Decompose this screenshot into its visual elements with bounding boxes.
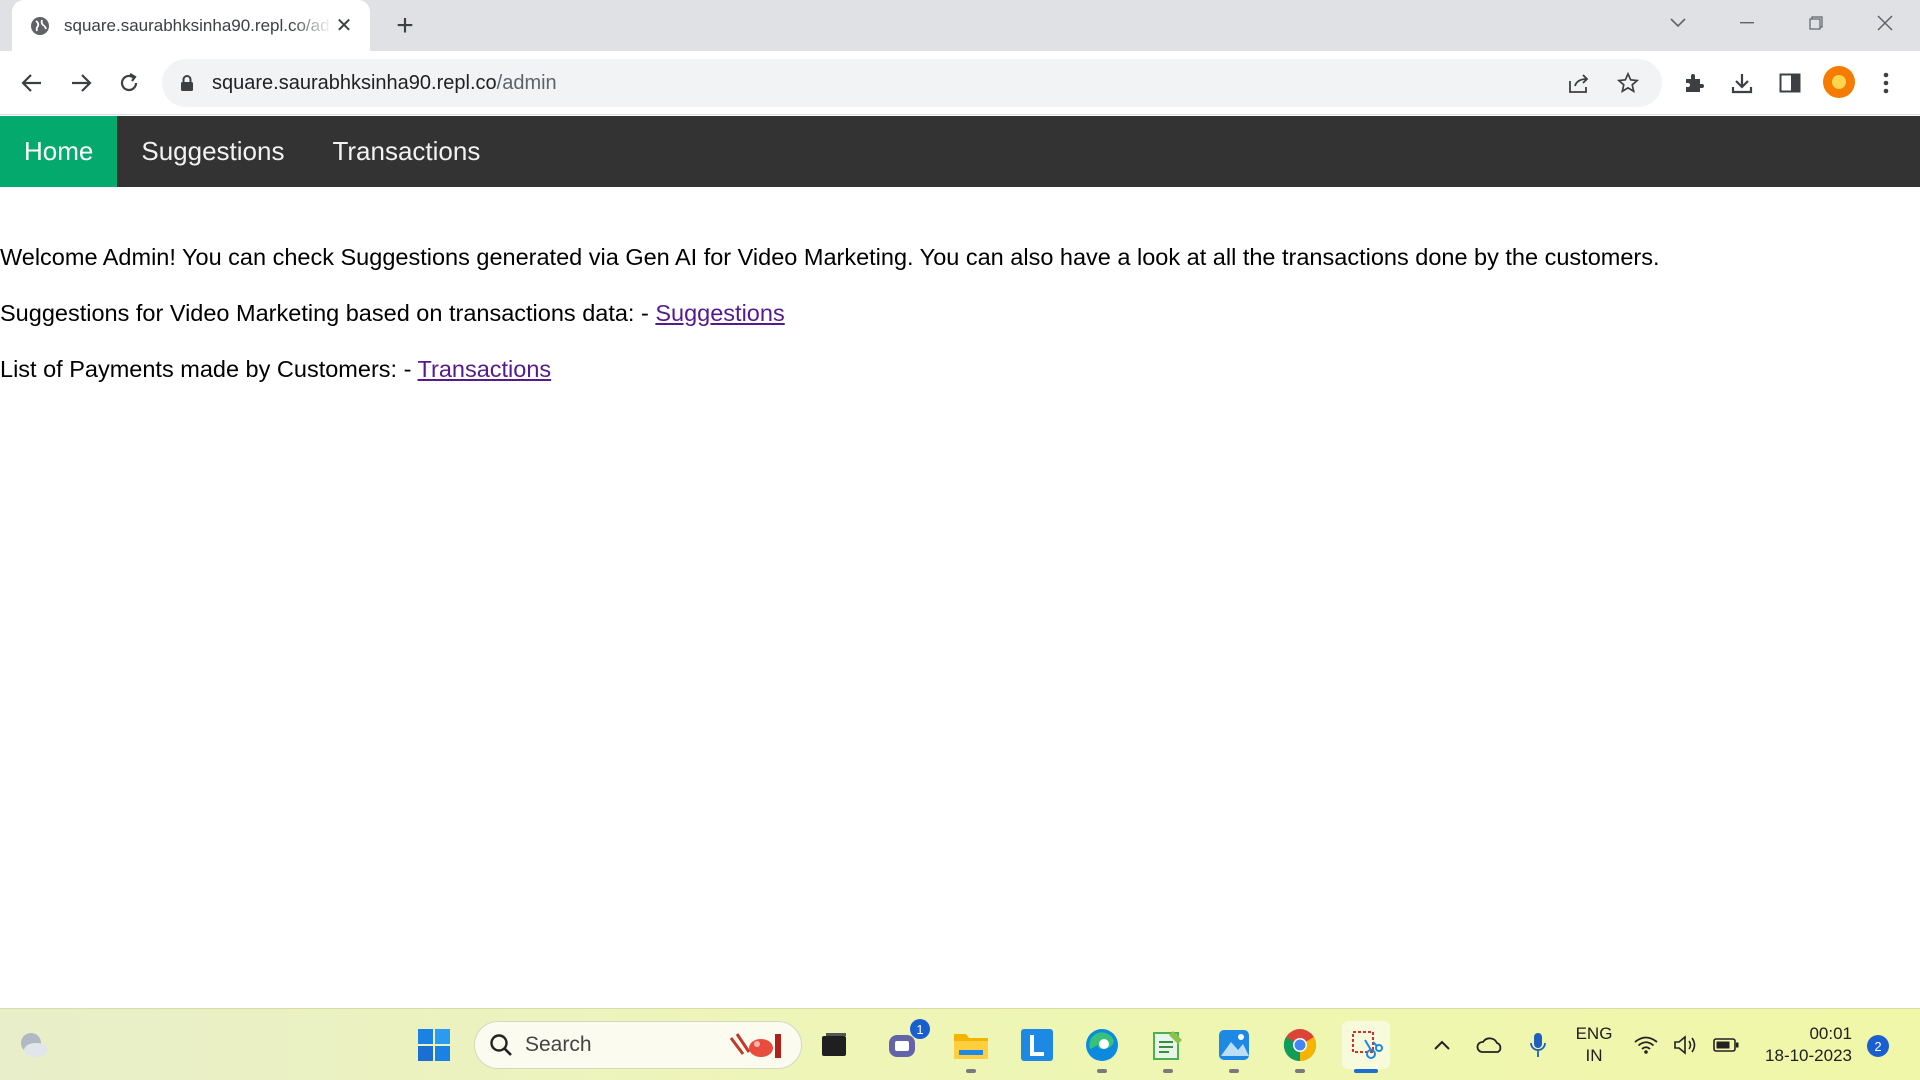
- photos-app-icon[interactable]: [1210, 1021, 1258, 1073]
- start-menu-icon[interactable]: [410, 1021, 458, 1069]
- tab-search-icon[interactable]: [1656, 8, 1700, 38]
- running-indicator: [1097, 1069, 1107, 1073]
- tab-strip: square.saurabhksinha90.repl.co/admin ✕ +: [0, 0, 1920, 51]
- back-button[interactable]: [14, 65, 50, 101]
- notification-badge[interactable]: 2: [1867, 1035, 1889, 1057]
- running-indicator: [1295, 1069, 1305, 1073]
- clock-time: 00:01: [1809, 1024, 1852, 1043]
- transactions-label: List of Payments made by Customers: -: [0, 356, 418, 382]
- suggestions-line: Suggestions for Video Marketing based on…: [0, 296, 1900, 352]
- welcome-text: Welcome Admin! You can check Suggestions…: [0, 244, 1660, 270]
- task-view-icon[interactable]: [810, 1021, 858, 1069]
- downloads-icon[interactable]: [1724, 65, 1760, 101]
- lock-icon[interactable]: [180, 75, 194, 91]
- url-path: /admin: [496, 71, 557, 94]
- teams-badge: 1: [910, 1019, 930, 1039]
- wifi-icon[interactable]: [1628, 1021, 1664, 1069]
- restore-button[interactable]: [1794, 8, 1838, 38]
- taskbar: Search 1 ENG IN 00:01 18-10-2023 2: [0, 1008, 1920, 1080]
- globe-icon: [30, 16, 50, 36]
- search-icon: [490, 1034, 512, 1056]
- microphone-icon[interactable]: [1514, 1021, 1562, 1069]
- forward-button[interactable]: [63, 65, 99, 101]
- clock-date: 18-10-2023: [1765, 1046, 1852, 1065]
- nav-home[interactable]: Home: [0, 116, 118, 187]
- close-tab-icon[interactable]: ✕: [332, 14, 356, 38]
- battery-icon[interactable]: [1708, 1021, 1744, 1069]
- reload-button[interactable]: [111, 65, 147, 101]
- edge-browser-icon[interactable]: [1078, 1021, 1126, 1073]
- new-tab-button[interactable]: +: [390, 9, 420, 42]
- taskbar-search[interactable]: Search: [474, 1021, 802, 1069]
- address-bar[interactable]: square.saurabhksinha90.repl.co/admin: [162, 59, 1662, 107]
- browser-tab[interactable]: square.saurabhksinha90.repl.co/admin ✕: [12, 0, 370, 51]
- extensions-icon[interactable]: [1676, 65, 1712, 101]
- close-window-button[interactable]: [1863, 8, 1907, 38]
- file-explorer-icon[interactable]: [947, 1021, 995, 1073]
- transactions-link[interactable]: Transactions: [418, 356, 552, 382]
- nav-transactions[interactable]: Transactions: [308, 116, 504, 187]
- tab-title: square.saurabhksinha90.repl.co/admin: [64, 15, 332, 35]
- url-host: square.saurabhksinha90.repl.co: [212, 71, 497, 94]
- chevron-up-icon[interactable]: [1418, 1021, 1466, 1069]
- language-line-1: ENG: [1575, 1024, 1613, 1043]
- browser-toolbar: square.saurabhksinha90.repl.co/admin: [0, 51, 1920, 115]
- search-label: Search: [525, 1033, 592, 1056]
- suggestions-link[interactable]: Suggestions: [655, 300, 784, 326]
- url-text: square.saurabhksinha90.repl.co/admin: [212, 72, 557, 95]
- site-navbar: Home Suggestions Transactions: [0, 116, 1920, 187]
- language-indicator[interactable]: ENG IN: [1568, 1023, 1620, 1067]
- volume-icon[interactable]: [1668, 1021, 1704, 1069]
- nav-suggestions[interactable]: Suggestions: [117, 116, 308, 187]
- running-indicator: [1229, 1069, 1239, 1073]
- clock[interactable]: 00:01 18-10-2023: [1752, 1023, 1852, 1067]
- running-indicator: [966, 1069, 976, 1073]
- language-line-2: IN: [1585, 1046, 1603, 1065]
- weather-widget-icon[interactable]: [10, 1021, 58, 1069]
- running-indicator: [1163, 1069, 1173, 1073]
- more-menu-icon[interactable]: [1868, 65, 1904, 101]
- share-icon[interactable]: [1564, 67, 1596, 99]
- notepad-app-icon[interactable]: [1144, 1021, 1192, 1073]
- chrome-browser-icon[interactable]: [1276, 1021, 1324, 1073]
- bookmark-star-icon[interactable]: [1612, 67, 1644, 99]
- search-highlight-icon: [729, 1033, 781, 1058]
- app-l-icon[interactable]: [1013, 1021, 1061, 1069]
- transactions-line: List of Payments made by Customers: - Tr…: [0, 352, 1900, 408]
- profile-avatar[interactable]: [1823, 66, 1855, 98]
- minimize-button[interactable]: [1725, 8, 1769, 38]
- snipping-tool-icon[interactable]: [1342, 1021, 1390, 1073]
- active-indicator: [1354, 1069, 1378, 1073]
- teams-chat-icon[interactable]: 1: [880, 1019, 930, 1069]
- onedrive-icon[interactable]: [1466, 1021, 1514, 1069]
- side-panel-icon[interactable]: [1772, 65, 1808, 101]
- page-content: Welcome Admin! You can check Suggestions…: [0, 240, 1900, 408]
- suggestions-label: Suggestions for Video Marketing based on…: [0, 300, 656, 326]
